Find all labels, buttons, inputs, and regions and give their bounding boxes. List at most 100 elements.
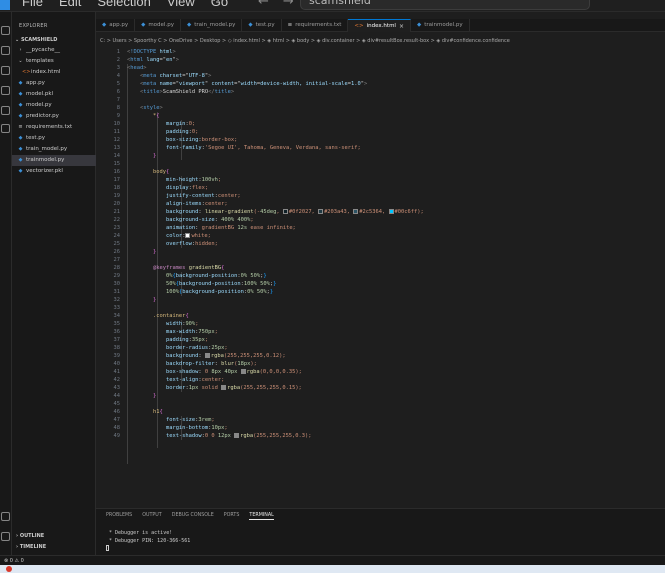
menu-bar: File Edit Selection View Go	[22, 0, 228, 9]
line-number: 1	[116, 49, 120, 55]
html-file-icon: <>	[354, 22, 364, 29]
outline-section[interactable]: › OUTLINE	[16, 533, 44, 539]
code-line: 21 background: linear-gradient(-45deg, #…	[96, 208, 665, 216]
manage-gear-icon[interactable]	[1, 532, 10, 541]
file-tree-item[interactable]: ◆ predictor.py	[12, 111, 96, 122]
code-text: <title>ScamShield PRO</title>	[139, 89, 235, 95]
timeline-section[interactable]: › TIMELINE	[16, 544, 46, 550]
search-icon[interactable]	[1, 46, 10, 55]
code-line: 32 }	[96, 296, 665, 304]
code-line: 43 border:1px solid rgba(255,255,255,0.1…	[96, 384, 665, 392]
chevron-down-icon: ⌄	[18, 58, 23, 64]
menu-edit[interactable]: Edit	[59, 0, 81, 9]
file-tree-item[interactable]: ◆ train_model.py	[12, 144, 96, 155]
line-number: 36	[113, 329, 121, 335]
line-number: 25	[113, 241, 121, 247]
explorer-icon[interactable]	[1, 26, 10, 35]
txt-file-icon: ≡	[287, 22, 293, 28]
code-text: <head>	[127, 65, 147, 71]
tab-label: app.py	[109, 22, 129, 28]
panel-tab-ports[interactable]: PORTS	[224, 513, 240, 520]
menu-file[interactable]: File	[22, 0, 43, 9]
tab-trainmodel-py[interactable]: ◆ trainmodel.py	[411, 19, 470, 32]
panel-tab-output[interactable]: OUTPUT	[142, 513, 162, 520]
more-menu-button[interactable]: ···	[212, 0, 224, 9]
code-text: }	[152, 249, 157, 255]
file-tree-item[interactable]: › __pycache__	[12, 45, 96, 56]
file-tree-item[interactable]: ◆ model.pkl	[12, 89, 96, 100]
line-number: 33	[113, 305, 121, 311]
py-file-icon: ◆	[248, 22, 253, 28]
line-number: 31	[113, 289, 121, 295]
code-text: 0%{background-position:0% 50%;}	[165, 273, 267, 279]
close-icon[interactable]: ×	[399, 20, 404, 33]
line-number: 17	[113, 177, 121, 183]
file-tree-item[interactable]: ◆ vectorizer.pkl	[12, 166, 96, 177]
code-line: 8 <style>	[96, 104, 665, 112]
file-tree-item[interactable]: ◆ test.py	[12, 133, 96, 144]
code-line: 27	[96, 256, 665, 264]
py-file-icon: ◆	[18, 146, 23, 152]
line-number: 6	[116, 89, 120, 95]
panel-tab-debug-console[interactable]: DEBUG CONSOLE	[172, 513, 214, 520]
code-line: 23 animation: gradientBG 12s ease infini…	[96, 224, 665, 232]
explorer-header: EXPLORER	[19, 23, 48, 29]
code-text: <html lang="en">	[127, 57, 179, 63]
file-tree: › __pycache__ ⌄ templates <> index.html ◆ app.p…	[12, 45, 96, 177]
forward-arrow-icon[interactable]: →	[283, 0, 294, 9]
back-arrow-icon[interactable]: ←	[258, 0, 269, 9]
source-control-icon[interactable]	[1, 66, 10, 75]
code-text: background: rgba(255,255,255,0.12);	[165, 352, 286, 359]
project-folder-header[interactable]: ⌄ SCAMSHIELD	[15, 37, 57, 43]
file-tree-label: train_model.py	[26, 146, 68, 152]
file-tree-item[interactable]: ⌄ templates	[12, 56, 96, 67]
py-file-icon: ◆	[102, 22, 107, 28]
code-line: 7	[96, 96, 665, 104]
line-number: 30	[113, 281, 121, 287]
terminal-output[interactable]: * Debugger is active! * Debugger PIN: 12…	[106, 529, 190, 553]
code-line: 29 0%{background-position:0% 50%;}	[96, 272, 665, 280]
file-tree-label: model.pkl	[26, 91, 54, 97]
menu-selection[interactable]: Selection	[97, 0, 150, 9]
tab-model-py[interactable]: ◆ model.py	[135, 19, 181, 32]
tab-label: train_model.py	[194, 22, 236, 28]
code-text: font-size:3rem;	[165, 417, 215, 423]
line-number: 20	[113, 201, 121, 207]
tab-app-py[interactable]: ◆ app.py	[96, 19, 136, 32]
account-icon[interactable]	[1, 512, 10, 521]
code-line: 25 overflow:hidden;	[96, 240, 665, 248]
code-line: 4 <meta charset="UTF-8">	[96, 72, 665, 80]
code-text: width:90%;	[165, 321, 199, 327]
file-tree-item[interactable]: ◆ model.py	[12, 100, 96, 111]
tab-test-py[interactable]: ◆ test.py	[242, 19, 282, 32]
problems-status[interactable]: ⊗ 0 ⚠ 0	[4, 558, 24, 564]
menu-view[interactable]: View	[167, 0, 195, 9]
taskbar-app-icon[interactable]	[6, 566, 12, 572]
tab-requirements-txt[interactable]: ≡ requirements.txt	[282, 19, 349, 32]
run-debug-icon[interactable]	[1, 86, 10, 95]
line-number: 11	[113, 129, 121, 135]
tab-label: model.py	[148, 22, 174, 28]
code-text: font-family:'Segoe UI', Tahoma, Geneva, …	[165, 145, 361, 151]
file-tree-item[interactable]: ◆ app.py	[12, 78, 96, 89]
extensions-icon[interactable]	[1, 106, 10, 115]
line-number: 18	[113, 185, 121, 191]
panel-tab-problems[interactable]: PROBLEMS	[106, 513, 132, 520]
code-line: 3 <head>	[96, 64, 665, 72]
pkl-file-icon: ◆	[18, 91, 23, 97]
chevron-right-icon: ›	[19, 47, 22, 53]
tab-train-model-py[interactable]: ◆ train_model.py	[181, 19, 243, 32]
line-number: 22	[113, 217, 121, 223]
tab-index-html[interactable]: <> index.html ×	[348, 19, 411, 32]
panel-tab-terminal[interactable]: TERMINAL	[249, 513, 274, 520]
file-tree-item[interactable]: ◆ trainmodel.py	[12, 155, 96, 166]
code-text: display:flex;	[165, 185, 209, 191]
code-text: <meta name="viewport" content="width=dev…	[139, 81, 368, 87]
file-tree-item[interactable]: <> index.html	[12, 67, 96, 78]
remote-explorer-icon[interactable]	[1, 124, 10, 133]
breadcrumb[interactable]: C: > Users > Spoorthy C > OneDrive > Des…	[100, 36, 665, 46]
code-text: margin:0;	[165, 121, 196, 127]
code-editor[interactable]: 1 <!DOCTYPE html> 2 <html lang="en"> 3 <head>…	[96, 46, 665, 508]
command-center-search[interactable]: scamshield	[300, 0, 590, 10]
file-tree-item[interactable]: ≡ requirements.txt	[12, 122, 96, 133]
